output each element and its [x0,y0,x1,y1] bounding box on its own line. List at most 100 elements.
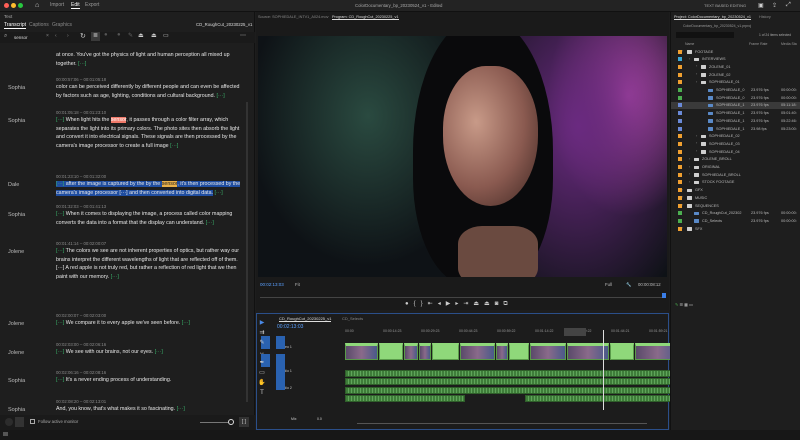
transcript-text[interactable]: [···] When light hits the sensor, it pas… [56,116,246,150]
col-media-start[interactable]: Media Sta [781,42,797,46]
project-item[interactable]: CD_Selects 23.976 fps 00:00:00: [671,217,800,225]
close-window-button[interactable] [4,3,9,8]
audio-clip[interactable] [525,395,687,402]
pause-marker[interactable]: [···] [56,181,65,187]
search-match[interactable]: sensor [161,181,178,187]
disclosure-icon[interactable]: › [696,80,697,84]
disclosure-icon[interactable]: › [696,149,697,153]
tab-roughcut[interactable]: CD_RoughCut_20230225_v1 [279,316,332,322]
project-item[interactable]: › GFX [671,187,800,195]
transcript-text[interactable]: [···] We compare it to every apple we've… [56,319,246,328]
label-color[interactable] [678,157,682,162]
project-item[interactable]: › SOPHIEDALE_BROLL [671,171,800,179]
audio-clip[interactable] [345,378,687,385]
search-match[interactable]: sensor [110,117,127,123]
quality-dropdown[interactable]: Full [605,282,612,287]
project-item[interactable]: SOPHIEDALE_1 23.98 fps 05:23:00: [671,125,800,133]
insert-icon[interactable]: ⏏ [138,32,144,39]
video-clip[interactable] [496,343,508,360]
speaker-name[interactable]: Sophia [8,378,25,384]
speaker-name[interactable]: Jolene [8,350,24,356]
timeline-timecode[interactable]: 00:02:13:03 [277,324,303,330]
speaker-name[interactable]: Jolene [8,321,24,327]
project-item[interactable]: › SOPHIEDALE_01 [671,79,800,87]
slip-icon[interactable]: ↔ [258,348,266,358]
nav-export[interactable]: Export [85,2,99,8]
clear-search-icon[interactable]: × [46,33,49,39]
add-marker-icon[interactable]: ● [405,301,414,307]
project-item[interactable]: SOPHIEDALE_1 23.976 fps 05:11:18: [671,101,800,110]
selection-tool-icon[interactable]: ▶ [258,318,266,328]
project-item[interactable]: › FOOTAGE [671,48,800,56]
search-input[interactable] [14,33,49,41]
video-clip[interactable] [530,343,566,360]
transcript-text[interactable]: color can be perceived differently by di… [56,83,246,100]
disclosure-icon[interactable]: › [682,188,683,192]
video-clip[interactable] [509,343,529,360]
project-item[interactable]: › SOPHIEDALE_03 [671,140,800,148]
pause-marker[interactable]: [···] [215,190,223,196]
label-color[interactable] [678,95,682,100]
fit-dropdown[interactable]: Fit [295,282,300,287]
project-item[interactable]: › SFX [671,225,800,233]
audio-clip[interactable] [345,387,687,394]
disclosure-icon[interactable]: › [696,72,697,76]
mark-out-icon[interactable]: } [421,301,428,307]
transcript-text[interactable]: [···] after the image is captured by the… [56,180,246,197]
disclosure-icon[interactable]: › [682,195,683,199]
label-color[interactable] [678,141,682,146]
col-name[interactable]: Name [685,42,694,46]
project-item[interactable]: SOPHIEDALE_0 23.976 fps 00:00:00: [671,94,800,102]
program-scrubber[interactable] [260,297,665,298]
disclosure-icon[interactable]: › [696,134,697,138]
transcript-text[interactable]: [···] It's a never ending process of und… [56,376,246,385]
project-item[interactable]: › INTERVIEWS [671,56,800,64]
project-item[interactable]: SOPHIEDALE_1 23.976 fps 05:22:46: [671,117,800,125]
speaker-name[interactable]: Dale [8,182,19,188]
tab-captions[interactable]: Captions [29,22,49,28]
col-frame-rate[interactable]: Frame Rate [749,42,767,46]
transcript-text[interactable]: And, you know, that's what makes it so f… [56,405,246,414]
tab-project[interactable]: Project: ColorDocumentary_bp_20230524_v1 [674,15,752,20]
text-based-editing-label[interactable]: TEXT BASED EDITING [704,3,746,8]
follow-checkbox[interactable] [30,419,35,424]
video-clip[interactable] [419,343,431,360]
nav-edit[interactable]: Edit [71,2,80,9]
speaker-name[interactable]: Sophia [8,118,25,124]
label-color[interactable] [678,180,682,185]
label-color[interactable] [678,126,682,131]
list-view-icon[interactable]: ☰ ▦ ▭ [679,302,692,307]
label-color[interactable] [678,118,682,123]
video-clip[interactable] [610,343,634,360]
project-item[interactable]: SOPHIEDALE_0 23.976 fps 00:00:00: [671,87,800,95]
rectangle-icon[interactable]: ▭ [258,368,266,378]
play-icon[interactable]: ▶ [446,301,456,307]
go-to-in-icon[interactable]: ⇤ [428,301,438,307]
pause-marker[interactable]: [···] [56,248,64,254]
label-color[interactable] [678,111,682,116]
pause-marker[interactable]: [···] [56,117,64,123]
speaker-name[interactable]: Sophia [8,85,25,91]
nav-import[interactable]: Import [50,2,64,8]
fullscreen-icon[interactable]: ⤢ [786,2,791,9]
video-clip[interactable] [379,343,403,360]
transcript-text[interactable]: [···] We see with our brains, not our ey… [56,348,246,357]
step-back-icon[interactable]: ◂ [438,301,446,307]
pause-marker[interactable]: [···] [155,349,163,355]
transcript-text[interactable]: [···] The colors we see are not inherent… [56,247,246,281]
zoom-slider-handle[interactable] [228,419,234,425]
next-result-icon[interactable]: › [67,33,69,39]
project-item[interactable]: CD_RoughCut_202302 23.976 fps 00:00:00: [671,210,800,218]
project-search-input[interactable] [676,32,734,38]
pause-marker[interactable]: [···] [170,143,178,149]
tab-graphics[interactable]: Graphics [52,22,72,28]
timeline-scrollbar[interactable] [357,423,647,424]
pause-marker[interactable]: [···] [56,349,64,355]
zoom-slider[interactable] [200,422,228,423]
audio-clip[interactable] [345,370,687,377]
disclosure-icon[interactable]: › [689,57,690,61]
speaker-name[interactable]: Sophia [8,212,25,218]
captions-icon[interactable]: ● [117,32,121,38]
v1-target[interactable] [276,336,285,349]
compare-icon[interactable]: ⧉ [503,301,512,307]
